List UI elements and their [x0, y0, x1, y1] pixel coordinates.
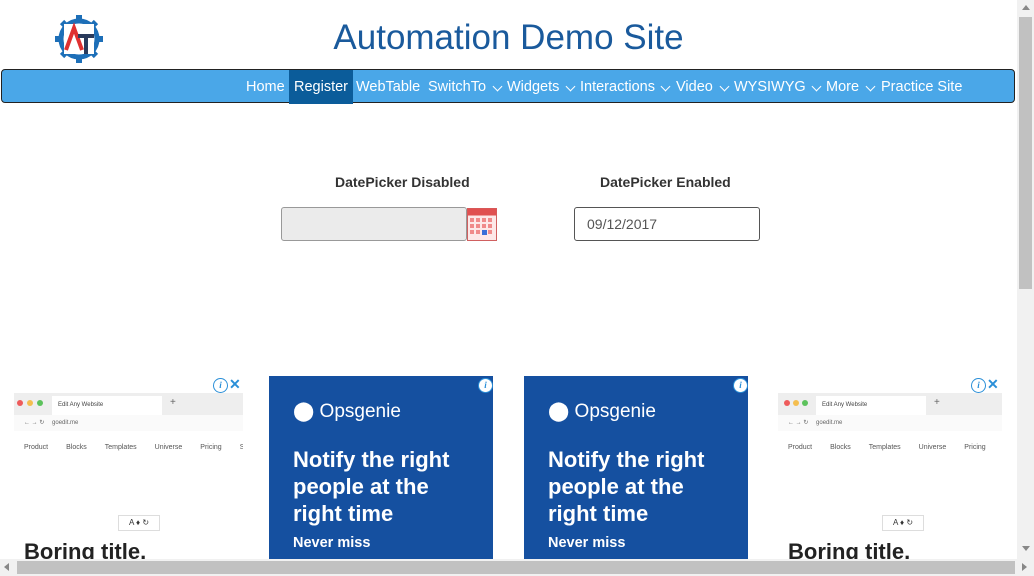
ad-info-icon[interactable]: i [971, 378, 986, 393]
datepicker-enabled-input[interactable] [574, 207, 760, 241]
ad-opsgenie-1[interactable]: i ⬤ Opsgenie Notify the right people at … [269, 376, 493, 559]
ad-menu-item: Pricing [200, 444, 222, 451]
nav-practice-site[interactable]: Practice Site [881, 70, 962, 104]
main-navbar: Home Register WebTable SwitchTo Widgets … [1, 69, 1015, 104]
nav-interactions[interactable]: Interactions [580, 70, 655, 104]
ad-goedit-left[interactable]: i ✕ Edit Any Website + ← → ↻ goedit.me P… [14, 376, 243, 559]
ad-url: goedit.me [816, 420, 843, 426]
ad-menu-row: Product Blocks Templates Universe Pricing Si [24, 444, 243, 451]
scroll-down-icon[interactable] [1022, 546, 1030, 551]
ad-subtext: Never miss [293, 535, 371, 551]
scroll-left-icon[interactable] [4, 563, 9, 571]
vertical-scroll-thumb[interactable] [1019, 17, 1032, 289]
window-dot-icon [793, 400, 799, 406]
ad-menu-item: Templates [868, 444, 901, 451]
datepicker-enabled-label: DatePicker Enabled [600, 174, 731, 190]
ad-headline: Notify the right people at the right tim… [548, 447, 705, 526]
chevron-down-icon[interactable] [492, 81, 503, 92]
ad-brand-text: Opsgenie [319, 401, 401, 422]
ad-close-icon[interactable]: ✕ [987, 376, 999, 393]
nav-arrows-icon: ← → ↻ [788, 420, 809, 426]
ad-info-icon[interactable]: i [213, 378, 228, 393]
ad-info-icon[interactable]: i [733, 378, 748, 393]
ad-info-icon[interactable]: i [478, 378, 493, 393]
window-dot-icon [802, 400, 808, 406]
plus-icon: + [170, 397, 176, 408]
window-dot-icon [784, 400, 790, 406]
chevron-down-icon[interactable] [865, 81, 876, 92]
ad-close-icon[interactable]: ✕ [229, 376, 241, 393]
vertical-scrollbar[interactable] [1017, 0, 1034, 559]
scroll-right-icon[interactable] [1022, 563, 1027, 571]
nav-webtable[interactable]: WebTable [356, 70, 420, 104]
ad-brand: ⬤ Opsgenie [548, 400, 656, 423]
ad-menu-item: Si [239, 444, 243, 451]
ad-mini-toolbar: A ♦ ↻ [882, 515, 924, 531]
ad-menu-item: Product [24, 444, 49, 451]
ad-url: goedit.me [52, 420, 79, 426]
opsgenie-logo-icon: ⬤ [293, 401, 320, 422]
ad-subtext: Never miss [548, 535, 626, 551]
horizontal-scroll-thumb[interactable] [17, 561, 1015, 574]
nav-switchto[interactable]: SwitchTo [428, 70, 486, 104]
chevron-down-icon[interactable] [719, 81, 730, 92]
ad-brand: ⬤ Opsgenie [293, 400, 401, 423]
horizontal-scrollbar[interactable] [0, 559, 1034, 576]
ad-menu-item: Universe [918, 444, 947, 451]
page-title: Automation Demo Site [333, 18, 684, 57]
nav-register[interactable]: Register [289, 70, 353, 104]
ad-url-row: ← → ↻ goedit.me [778, 415, 1002, 431]
ad-brand-text: Opsgenie [574, 401, 656, 422]
window-dot-icon [27, 400, 33, 406]
ad-browser-bar: Edit Any Website + [14, 393, 243, 415]
ad-menu-item: Pricing [964, 444, 986, 451]
ad-goedit-right[interactable]: i ✕ Edit Any Website + ← → ↻ goedit.me P… [778, 376, 1002, 559]
datepicker-disabled-label: DatePicker Disabled [335, 174, 470, 190]
ad-menu-item: Universe [154, 444, 183, 451]
ad-mini-toolbar: A ♦ ↻ [118, 515, 160, 531]
calendar-icon[interactable] [467, 208, 497, 241]
ad-headline: Notify the right people at the right tim… [293, 447, 450, 526]
nav-wysiwyg[interactable]: WYSIWYG [734, 70, 806, 104]
ad-boring-title: Boring title. [788, 539, 911, 559]
chevron-down-icon[interactable] [660, 81, 671, 92]
nav-video[interactable]: Video [676, 70, 713, 104]
chevron-down-icon[interactable] [565, 81, 576, 92]
ad-boring-title: Boring title. [24, 539, 147, 559]
ad-menu-item: Blocks [66, 444, 87, 451]
window-dot-icon [17, 400, 23, 406]
ad-browser-tab: Edit Any Website [52, 396, 162, 415]
window-dot-icon [37, 400, 43, 406]
nav-home[interactable]: Home [246, 70, 285, 104]
opsgenie-logo-icon: ⬤ [548, 401, 575, 422]
ad-menu-item: Blocks [830, 444, 851, 451]
nav-widgets[interactable]: Widgets [507, 70, 559, 104]
chevron-down-icon[interactable] [811, 81, 822, 92]
nav-more[interactable]: More [826, 70, 859, 104]
ad-url-row: ← → ↻ goedit.me [14, 415, 243, 431]
ad-menu-row: ProductBlocksTemplatesUniversePricingSi [788, 444, 1002, 451]
scroll-up-icon[interactable] [1022, 5, 1030, 10]
nav-arrows-icon: ← → ↻ [24, 420, 45, 426]
ad-browser-bar: Edit Any Website + [778, 393, 1002, 415]
plus-icon: + [934, 397, 940, 408]
ad-menu-item: Product [788, 444, 813, 451]
datepicker-disabled-input [281, 207, 467, 241]
ad-opsgenie-2[interactable]: i ⬤ Opsgenie Notify the right people at … [524, 376, 748, 559]
ad-menu-item: Templates [104, 444, 137, 451]
ad-browser-tab: Edit Any Website [816, 396, 926, 415]
